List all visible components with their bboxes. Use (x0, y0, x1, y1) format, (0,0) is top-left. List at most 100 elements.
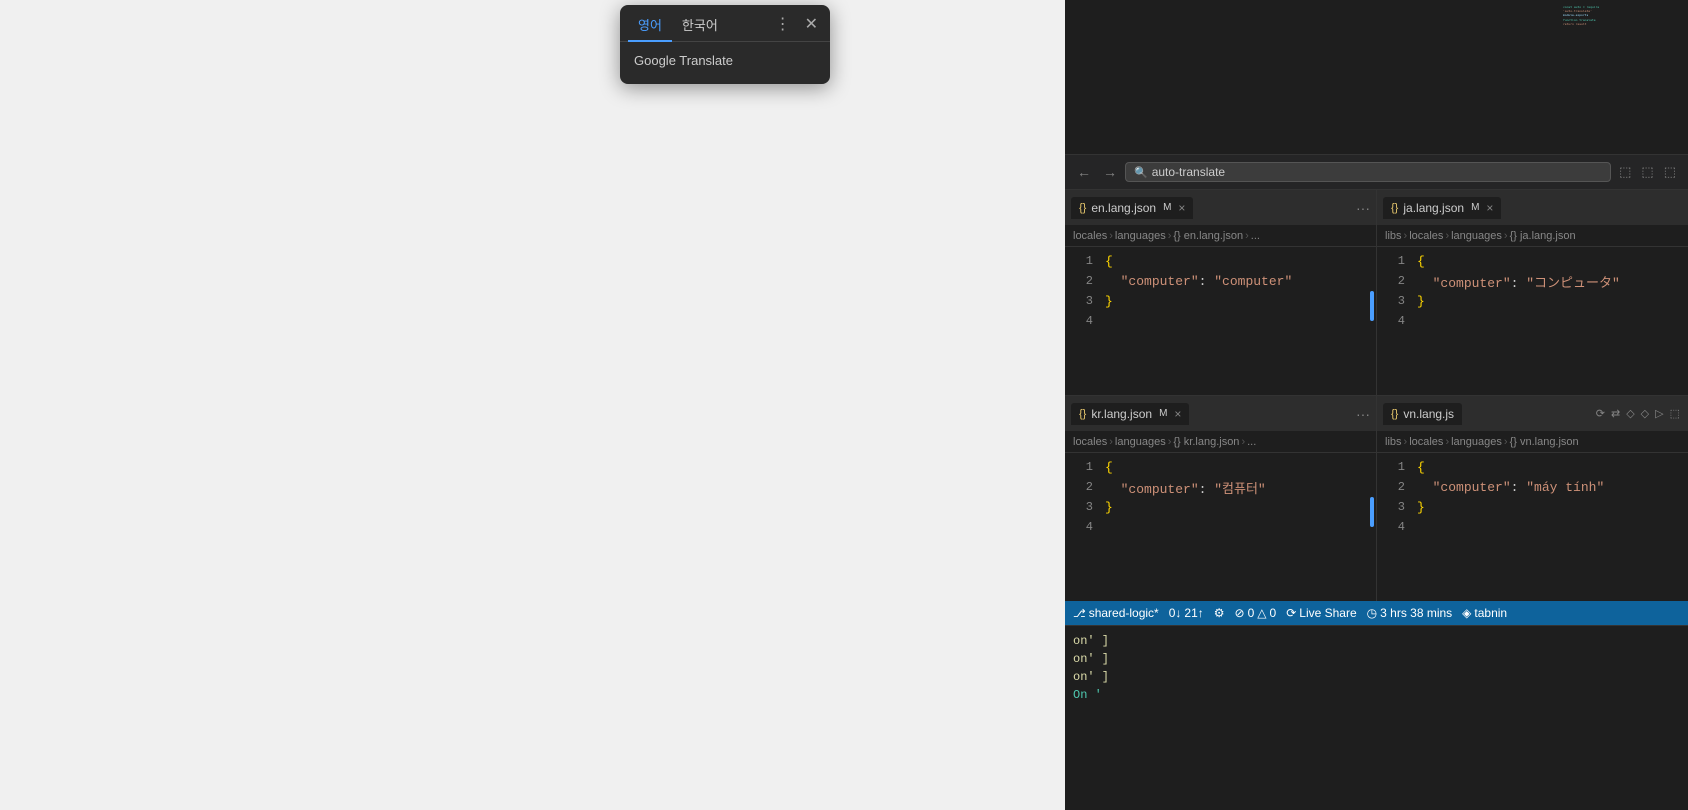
branch-name: shared-logic* (1089, 606, 1159, 620)
terminal-line: on' ] (1073, 668, 1680, 686)
tab-vn-label: vn.lang.js (1403, 407, 1454, 421)
pane-ja-content: 1 { 2 "computer": "コンピュータ" 3 } 4 (1377, 247, 1688, 395)
scroll-indicator (1370, 291, 1374, 321)
code-line: 4 (1377, 517, 1688, 537)
tab-en-close[interactable]: × (1178, 201, 1185, 215)
search-text: auto-translate (1152, 165, 1225, 179)
terminal-area: on' ] on' ] on' ] On ' (1065, 625, 1688, 810)
vn-pane-actions: ⟳ ⇄ ◇ ◇ ▷ ⬚ (1594, 406, 1682, 421)
tab-ja-modified: M (1471, 202, 1479, 213)
terminal-line: On ' (1073, 686, 1680, 704)
layout-btn-2[interactable]: ⬚ (1637, 162, 1657, 182)
time-label: 3 hrs 38 mins (1380, 606, 1452, 620)
json-icon-vn: {} (1391, 408, 1398, 420)
tab-en-lang[interactable]: {} en.lang.json M × (1071, 197, 1193, 219)
view-btn2[interactable]: ◇ (1639, 406, 1651, 421)
tab-kr-modified: M (1159, 408, 1167, 419)
json-icon-ja: {} (1391, 202, 1398, 214)
live-share-label: Live Share (1299, 606, 1356, 620)
terminal-line: on' ] (1073, 650, 1680, 668)
code-line: 2 "computer": "컴퓨터" (1065, 477, 1376, 497)
breadcrumb-vn: libs › locales › languages › {} vn.lang.… (1377, 431, 1688, 453)
errors-icon: ⊘ (1235, 606, 1245, 620)
view-btn1[interactable]: ◇ (1624, 406, 1636, 421)
layout-btn-3[interactable]: ⬚ (1660, 162, 1680, 182)
tab-korean[interactable]: 한국어 (672, 9, 728, 42)
status-time[interactable]: ◷ 3 hrs 38 mins (1367, 606, 1453, 620)
sync-btn[interactable]: ⇄ (1609, 406, 1622, 421)
code-line: 3 } (1377, 497, 1688, 517)
tab-english[interactable]: 영어 (628, 9, 672, 42)
back-button[interactable]: ← (1073, 162, 1095, 182)
tab-ja-close[interactable]: × (1486, 201, 1493, 215)
status-live-share[interactable]: ⟳ Live Share (1286, 606, 1356, 620)
history-btn[interactable]: ⟳ (1594, 406, 1607, 421)
pane-vn-lang: {} vn.lang.js ⟳ ⇄ ◇ ◇ ▷ ⬚ libs › locales… (1377, 396, 1688, 601)
status-sync[interactable]: 0↓ 21↑ (1169, 606, 1204, 620)
pane-tab-bar-en: {} en.lang.json M × ··· (1065, 190, 1376, 225)
code-line: 4 (1065, 311, 1376, 331)
error-count: 0 (1248, 606, 1255, 620)
forward-button[interactable]: → (1099, 162, 1121, 182)
terminal-line: on' ] (1073, 632, 1680, 650)
tab-kr-close[interactable]: × (1174, 407, 1181, 421)
breadcrumb-en-text: locales (1073, 230, 1107, 242)
translate-body: Google Translate (620, 42, 830, 84)
warnings-icon: △ (1257, 606, 1266, 620)
search-bar[interactable]: 🔍 auto-translate (1125, 162, 1611, 182)
translate-tabs: 영어 한국어 ⋮ ✕ (620, 5, 830, 42)
branch-icon: ⎇ (1073, 607, 1086, 620)
time-icon: ◷ (1367, 606, 1377, 620)
editor-panes: {} en.lang.json M × ··· locales › langua… (1065, 190, 1688, 601)
browser-area (0, 0, 1065, 810)
pane-en-lang: {} en.lang.json M × ··· locales › langua… (1065, 190, 1376, 395)
pane-tab-bar-kr: {} kr.lang.json M × ··· (1065, 396, 1376, 431)
json-icon: {} (1079, 202, 1086, 214)
pane-tab-bar-ja: {} ja.lang.json M × (1377, 190, 1688, 225)
live-share-icon: ⟳ (1286, 606, 1296, 620)
popup-actions: ⋮ ✕ (771, 15, 822, 35)
pane-en-more[interactable]: ··· (1356, 200, 1370, 216)
code-line: 4 (1065, 517, 1376, 537)
minimap-area: const auto = require 'auto-translate' mo… (1065, 0, 1688, 155)
more-options-button[interactable]: ⋮ (771, 15, 795, 35)
pane-kr-content: 1 { 2 "computer": "컴퓨터" 3 } 4 (1065, 453, 1376, 601)
view-btn4[interactable]: ⬚ (1668, 406, 1682, 421)
pane-en-content: 1 { 2 "computer": "computer" 3 } 4 (1065, 247, 1376, 395)
status-errors[interactable]: ⊘ 0 △ 0 (1235, 606, 1277, 620)
pane-kr-lang: {} kr.lang.json M × ··· locales › langua… (1065, 396, 1376, 601)
view-btn3[interactable]: ▷ (1653, 406, 1665, 421)
google-translate-label: Google Translate (634, 53, 733, 68)
close-button[interactable]: ✕ (801, 15, 822, 35)
code-line: 3 } (1065, 291, 1376, 311)
translate-popup: 영어 한국어 ⋮ ✕ Google Translate (620, 5, 830, 84)
breadcrumb-ja: libs › locales › languages › {} ja.lang.… (1377, 225, 1688, 247)
tab-kr-label: kr.lang.json (1091, 407, 1152, 421)
tab-en-modified: M (1163, 202, 1171, 213)
breadcrumb-en: locales › languages › {} en.lang.json › … (1065, 225, 1376, 247)
vscode-toolbar: ← → 🔍 auto-translate ⬚ ⬚ ⬚ (1065, 155, 1688, 190)
tab-vn-lang[interactable]: {} vn.lang.js (1383, 403, 1462, 425)
layout-buttons: ⬚ ⬚ ⬚ (1615, 162, 1680, 182)
code-line: 4 (1377, 311, 1688, 331)
pane-tab-bar-vn: {} vn.lang.js ⟳ ⇄ ◇ ◇ ▷ ⬚ (1377, 396, 1688, 431)
tab-ja-label: ja.lang.json (1403, 201, 1464, 215)
status-format[interactable]: ⚙ (1214, 606, 1225, 620)
pane-kr-more[interactable]: ··· (1356, 406, 1370, 422)
status-branch[interactable]: ⎇ shared-logic* (1073, 606, 1159, 620)
tab-ja-lang[interactable]: {} ja.lang.json M × (1383, 197, 1501, 219)
code-line: 2 "computer": "コンピュータ" (1377, 271, 1688, 291)
code-line: 2 "computer": "máy tính" (1377, 477, 1688, 497)
code-line: 1 { (1377, 251, 1688, 271)
tab-kr-lang[interactable]: {} kr.lang.json M × (1071, 403, 1189, 425)
status-tabnine[interactable]: ◈ tabnin (1462, 606, 1507, 620)
code-line: 3 } (1065, 497, 1376, 517)
layout-btn-1[interactable]: ⬚ (1615, 162, 1635, 182)
code-line: 1 { (1065, 457, 1376, 477)
status-bar: ⎇ shared-logic* 0↓ 21↑ ⚙ ⊘ 0 △ 0 ⟳ Live … (1065, 601, 1688, 625)
vscode-area: const auto = require 'auto-translate' mo… (1065, 0, 1688, 810)
minimap-code: const auto = require 'auto-translate' mo… (1563, 5, 1683, 26)
code-line: 1 { (1377, 457, 1688, 477)
code-line: 2 "computer": "computer" (1065, 271, 1376, 291)
pane-vn-content: 1 { 2 "computer": "máy tính" 3 } 4 (1377, 453, 1688, 601)
